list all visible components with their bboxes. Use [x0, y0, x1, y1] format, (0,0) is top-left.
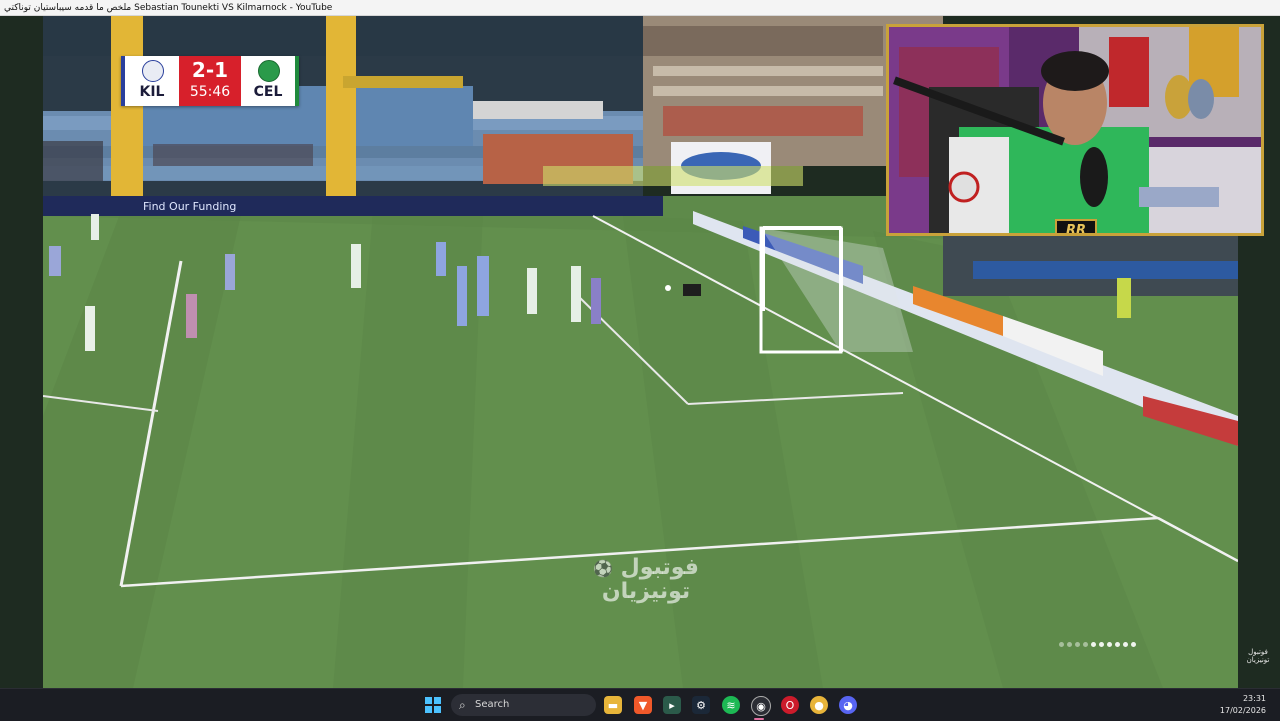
clock-time: 23:31: [1242, 694, 1266, 703]
obs-icon[interactable]: ▸: [663, 696, 681, 714]
watermark-line2: تونيزيان: [601, 579, 691, 604]
home-team-panel: KIL: [121, 56, 179, 106]
taskbar-search-box[interactable]: ⌕ Search: [451, 694, 596, 716]
match-score: 2-1: [191, 58, 229, 82]
window-title: ملخص ما قدمه سيباستيان توناكتي Sebastian…: [4, 3, 333, 13]
away-team-panel: CEL: [241, 56, 299, 106]
windows-taskbar: ⌕ Search ▬ ▼ ▸ ⚙ ≋ ◉ O ● ◕ 23:31 17/02/2…: [0, 688, 1280, 721]
ad-board-text-left: Find Our Funding: [143, 200, 236, 213]
window-title-bar: ملخص ما قدمه سيباستيان توناكتي Sebastian…: [0, 0, 1280, 16]
watermark-line1: فوتبول: [620, 555, 699, 580]
system-clock[interactable]: 23:31 17/02/2026: [1220, 693, 1266, 717]
file-explorer-icon[interactable]: ▬: [604, 696, 622, 714]
video-player[interactable]: Find Our Funding KIL 2-1 55:46 CEL ⚽ فوت…: [0, 16, 1280, 688]
chrome-icon[interactable]: ●: [810, 696, 828, 714]
opera-icon[interactable]: O: [781, 696, 799, 714]
recording-app-icon[interactable]: ◉: [751, 696, 771, 716]
channel-watermark: ⚽ فوتبول تونيزيان: [591, 556, 701, 603]
home-team-abbr: KIL: [139, 84, 165, 100]
spotify-icon[interactable]: ≋: [722, 696, 740, 714]
search-icon: ⌕: [459, 698, 466, 712]
search-placeholder: Search: [475, 699, 510, 710]
steam-icon[interactable]: ⚙: [692, 696, 710, 714]
brave-browser-icon[interactable]: ▼: [634, 696, 652, 714]
celtic-crest-icon: [258, 60, 280, 82]
corner-watermark: فوتبول تونيزيان: [1246, 648, 1270, 664]
kilmarnock-crest-icon: [142, 60, 164, 82]
scoreboard: KIL 2-1 55:46 CEL: [121, 56, 299, 106]
discord-icon[interactable]: ◕: [839, 696, 857, 714]
streamer-logo: RR: [1055, 219, 1097, 233]
clock-date: 17/02/2026: [1219, 706, 1266, 715]
away-team-abbr: CEL: [253, 84, 283, 100]
loading-dots: [1059, 642, 1136, 647]
webcam-scene: [889, 27, 1261, 233]
streamer-webcam: RR: [886, 24, 1264, 236]
windows-start-icon[interactable]: [425, 697, 441, 713]
match-clock: 55:46: [189, 84, 231, 100]
score-panel: 2-1 55:46: [179, 56, 241, 106]
football-icon: ⚽: [593, 559, 613, 578]
